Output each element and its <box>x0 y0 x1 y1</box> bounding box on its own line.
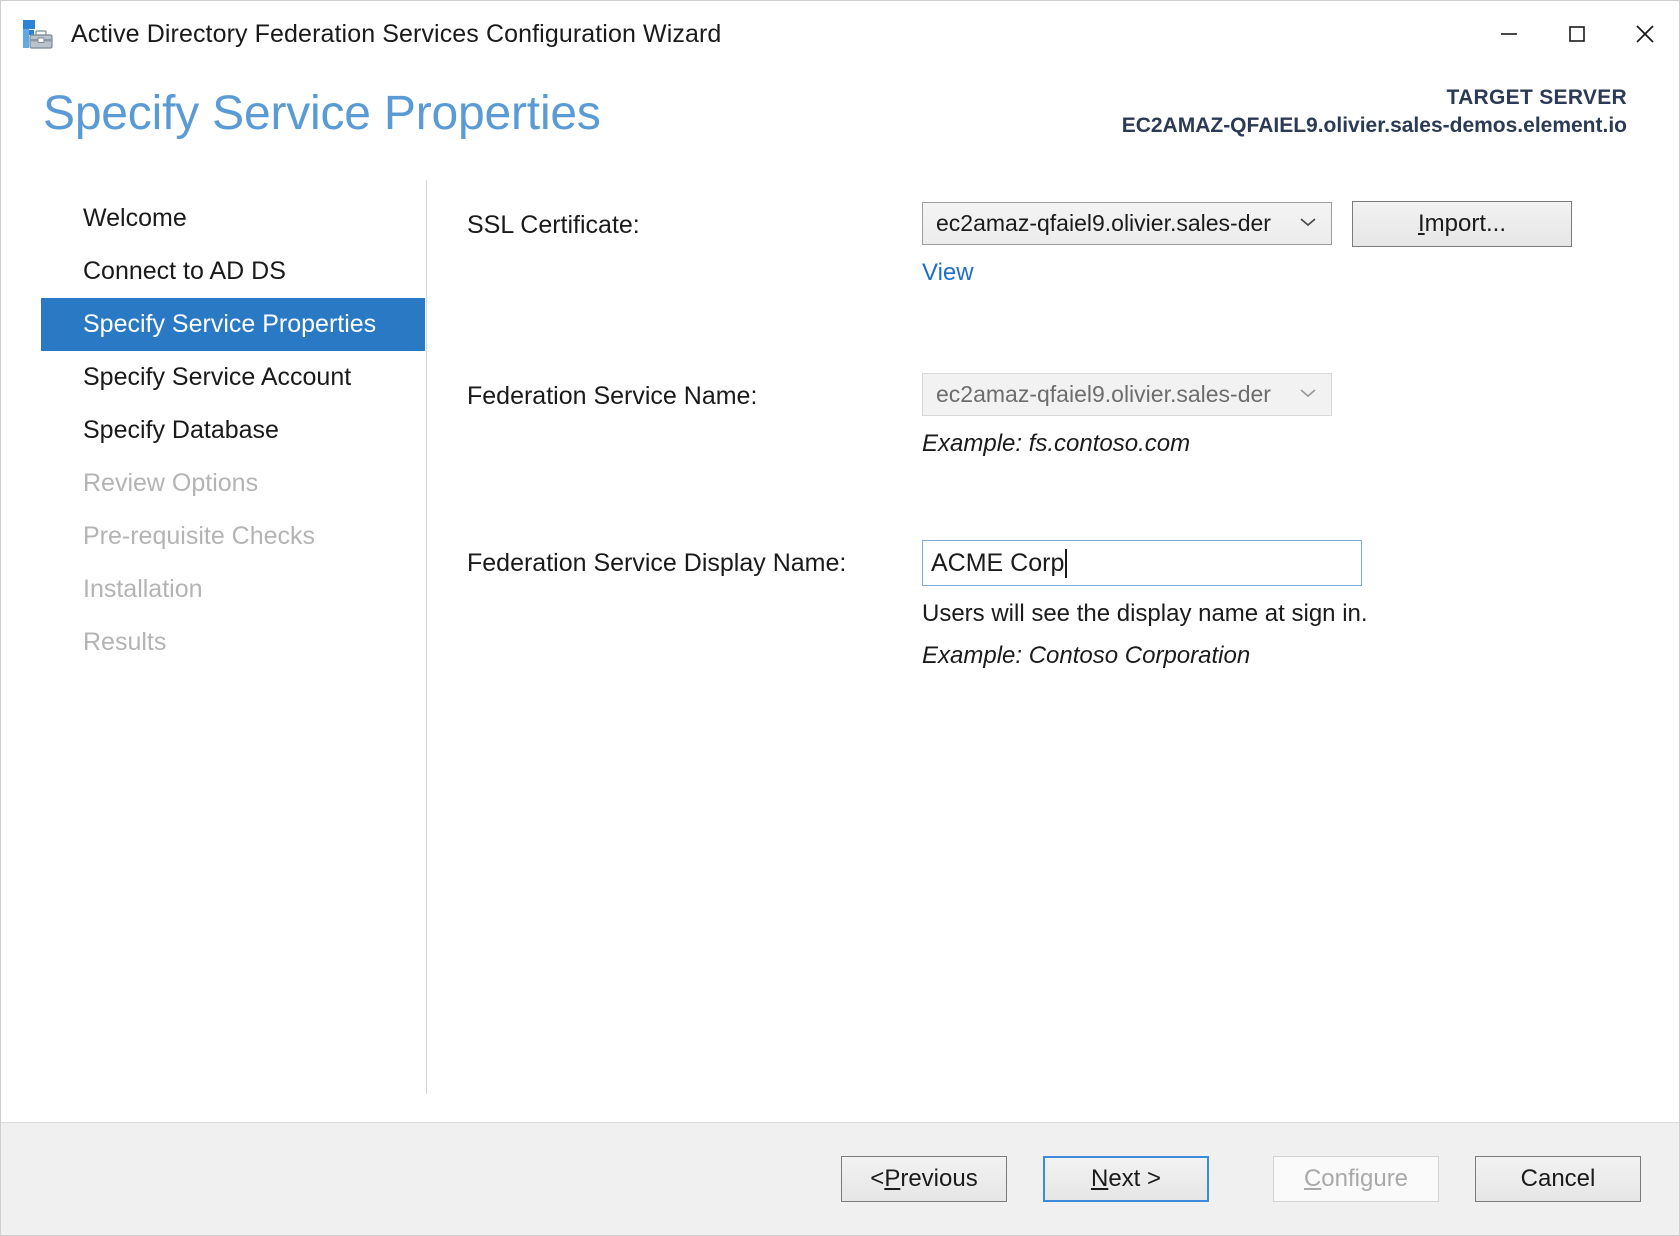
display-name-help-text: Users will see the display name at sign … <box>922 600 1368 627</box>
federation-service-name-example: Example: fs.contoso.com <box>922 430 1191 457</box>
previous-button-label: revious <box>900 1165 978 1192</box>
maximize-icon[interactable] <box>1543 1 1611 67</box>
federation-service-display-name-row: Federation Service Display Name: ACME Co… <box>467 540 1679 670</box>
sidebar-item-specify-service-account[interactable]: Specify Service Account <box>41 351 425 404</box>
sidebar-item-welcome[interactable]: Welcome <box>41 192 425 245</box>
sidebar-item-connect-to-ad-ds[interactable]: Connect to AD DS <box>41 245 425 298</box>
window-title: Active Directory Federation Services Con… <box>71 19 722 48</box>
next-button-label: ext > <box>1108 1165 1162 1192</box>
ssl-certificate-label: SSL Certificate: <box>467 211 640 239</box>
chevron-down-icon <box>1299 386 1317 404</box>
sidebar-item-installation: Installation <box>83 575 203 603</box>
ssl-certificate-select[interactable]: ec2amaz-qfaiel9.olivier.sales-der <box>922 202 1332 245</box>
wizard-footer: < Previous Next > Configure Cancel <box>1 1122 1679 1235</box>
form-content: SSL Certificate: ec2amaz-qfaiel9.olivier… <box>427 180 1679 1122</box>
wizard-body: Welcome Connect to AD DS Specify Service… <box>1 180 1679 1122</box>
sidebar-item-pre-requisite-checks: Pre-requisite Checks <box>83 522 316 550</box>
federation-service-display-name-input[interactable]: ACME Corp <box>922 540 1362 586</box>
configure-button-accel: C <box>1303 1165 1322 1192</box>
display-name-example: Example: Contoso Corporation <box>922 642 1251 669</box>
sidebar-item-review-options: Review Options <box>83 469 259 497</box>
cancel-button[interactable]: Cancel <box>1475 1156 1641 1202</box>
sidebar-item-results: Results <box>83 628 167 656</box>
federation-service-name-label: Federation Service Name: <box>467 382 758 410</box>
next-button-accel: N <box>1090 1165 1109 1192</box>
page-title: Specify Service Properties <box>43 87 601 140</box>
previous-button[interactable]: < Previous <box>841 1156 1007 1202</box>
federation-service-name-value: ec2amaz-qfaiel9.olivier.sales-der <box>936 383 1271 406</box>
target-server-block: TARGET SERVER EC2AMAZ-QFAIEL9.olivier.sa… <box>1122 84 1639 141</box>
sidebar-item-specify-database[interactable]: Specify Database <box>41 404 425 457</box>
previous-button-accel: P <box>884 1165 901 1192</box>
chevron-down-icon <box>1299 215 1317 233</box>
federation-service-name-select: ec2amaz-qfaiel9.olivier.sales-der <box>922 373 1332 416</box>
import-button[interactable]: Import... <box>1352 201 1572 247</box>
sidebar-item-specify-service-properties[interactable]: Specify Service Properties <box>41 298 425 351</box>
title-bar: Active Directory Federation Services Con… <box>1 1 1679 68</box>
ssl-certificate-value: ec2amaz-qfaiel9.olivier.sales-der <box>936 212 1271 235</box>
federation-service-name-row: Federation Service Name: ec2amaz-qfaiel9… <box>467 373 1679 458</box>
import-button-label: mport... <box>1424 210 1507 237</box>
configure-button: Configure <box>1273 1156 1439 1202</box>
adfs-wizard-icon <box>21 18 55 52</box>
target-server-label: TARGET SERVER <box>1446 86 1627 109</box>
window-controls <box>1475 1 1679 67</box>
federation-service-display-name-label: Federation Service Display Name: <box>467 549 847 577</box>
cancel-button-label: Cancel <box>1520 1165 1596 1192</box>
text-caret <box>1065 548 1068 578</box>
import-button-accel: I <box>1417 210 1425 237</box>
next-button[interactable]: Next > <box>1043 1156 1209 1202</box>
wizard-window: Active Directory Federation Services Con… <box>0 0 1680 1236</box>
target-server-name: EC2AMAZ-QFAIEL9.olivier.sales-demos.elem… <box>1121 114 1627 138</box>
ssl-certificate-row: SSL Certificate: ec2amaz-qfaiel9.olivier… <box>467 201 1679 287</box>
view-certificate-link[interactable]: View <box>922 259 974 287</box>
wizard-steps-nav: Welcome Connect to AD DS Specify Service… <box>41 180 427 1094</box>
minimize-icon[interactable] <box>1475 1 1543 67</box>
previous-button-prefix: < <box>870 1165 885 1192</box>
close-icon[interactable] <box>1611 1 1679 67</box>
page-header: Specify Service Properties TARGET SERVER… <box>1 68 1679 180</box>
configure-button-label: onfigure <box>1321 1165 1409 1192</box>
federation-service-display-name-value: ACME Corp <box>931 548 1065 577</box>
